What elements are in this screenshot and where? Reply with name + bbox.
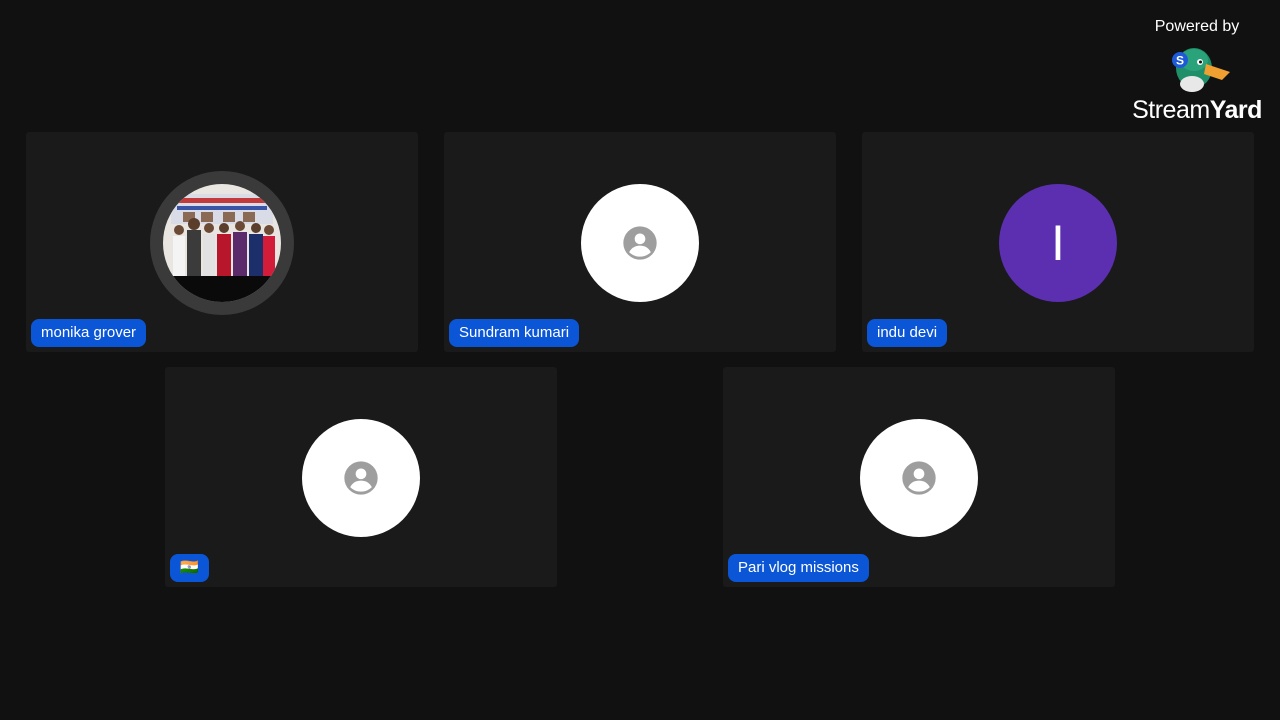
- participant-name-tag: 🇮🇳: [170, 554, 209, 582]
- participant-tile-flag[interactable]: 🇮🇳: [165, 367, 557, 587]
- streamyard-branding: Powered by S StreamYard: [1124, 16, 1270, 132]
- participant-avatar: [581, 184, 699, 302]
- participant-name-tag: Sundram kumari: [449, 319, 580, 347]
- participant-tile-indu-devi[interactable]: I indu devi: [862, 132, 1254, 352]
- participant-avatar: [302, 419, 420, 537]
- person-icon: [902, 461, 936, 495]
- powered-by-label: Powered by: [1154, 18, 1240, 35]
- avatar-initial: I: [1051, 215, 1065, 271]
- participant-name-tag: Pari vlog missions: [728, 554, 869, 582]
- logo-stream: Stream: [1132, 96, 1210, 124]
- mascot-badge-letter: S: [1176, 54, 1184, 68]
- person-icon: [623, 226, 657, 260]
- participant-avatar: [150, 171, 294, 315]
- group-photo-image: [163, 184, 281, 302]
- participant-tile-sundram-kumari[interactable]: Sundram kumari: [444, 132, 836, 352]
- streamyard-logo: StreamYard: [1124, 96, 1270, 125]
- profile-photo: [163, 184, 281, 302]
- participant-name-tag: monika grover: [31, 319, 147, 347]
- participant-name-tag: indu devi: [867, 319, 948, 347]
- participant-avatar: [860, 419, 978, 537]
- participant-tile-monika-grover[interactable]: monika grover: [26, 132, 418, 352]
- participant-tile-pari-vlog-missions[interactable]: Pari vlog missions: [723, 367, 1115, 587]
- participant-avatar: I: [999, 184, 1117, 302]
- logo-yard: Yard: [1209, 96, 1263, 124]
- stream-stage: Powered by S StreamYard monika grover Su…: [0, 0, 1280, 720]
- duck-mascot-icon: S: [1172, 48, 1230, 92]
- person-icon: [344, 461, 378, 495]
